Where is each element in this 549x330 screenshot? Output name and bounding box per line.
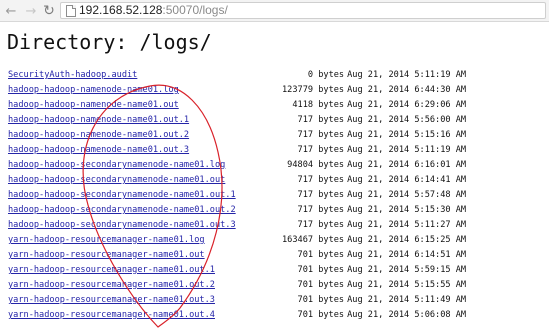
- file-size: 717 bytes: [297, 220, 345, 230]
- file-row: yarn-hadoop-resourcemanager-name01.log 16…: [8, 233, 548, 248]
- file-size: 717 bytes: [297, 190, 345, 200]
- file-row: yarn-hadoop-resourcemanager-name01.out 70…: [8, 248, 548, 263]
- file-modified-date: Aug 21, 2014 6:15:25 AM: [347, 235, 467, 245]
- file-link[interactable]: yarn-hadoop-resourcemanager-name01.log: [8, 235, 205, 245]
- file-size: 717 bytes: [297, 145, 345, 155]
- file-size: 0 bytes: [307, 70, 345, 80]
- file-size: 701 bytes: [297, 310, 345, 320]
- file-link[interactable]: hadoop-hadoop-secondarynamenode-name01.o…: [8, 220, 236, 230]
- file-name-cell: hadoop-hadoop-secondarynamenode-name01.o…: [8, 188, 282, 203]
- url-host: 192.168.52.128: [79, 3, 163, 17]
- file-name-cell: yarn-hadoop-resourcemanager-name01.out.2: [8, 278, 282, 293]
- file-row: hadoop-hadoop-secondarynamenode-name01.o…: [8, 188, 548, 203]
- file-link[interactable]: yarn-hadoop-resourcemanager-name01.out.4: [8, 310, 215, 320]
- file-link[interactable]: yarn-hadoop-resourcemanager-name01.out: [8, 250, 205, 260]
- browser-toolbar: ← → ↻ 192.168.52.128:50070/logs/: [0, 0, 549, 22]
- file-name-cell: hadoop-hadoop-namenode-name01.out.2: [8, 128, 282, 143]
- file-row: hadoop-hadoop-secondarynamenode-name01.o…: [8, 203, 548, 218]
- file-size: 94804 bytes: [287, 160, 345, 170]
- file-row: hadoop-hadoop-namenode-name01.out.2 717 b…: [8, 128, 548, 143]
- file-modified-date: Aug 21, 2014 6:44:30 AM: [347, 85, 467, 95]
- file-name-cell: yarn-hadoop-resourcemanager-name01.out.1: [8, 263, 282, 278]
- file-name-cell: hadoop-hadoop-secondarynamenode-name01.o…: [8, 173, 282, 188]
- file-link[interactable]: hadoop-hadoop-namenode-name01.out.1: [8, 115, 189, 125]
- file-name-cell: hadoop-hadoop-namenode-name01.out: [8, 98, 282, 113]
- file-size: 717 bytes: [297, 205, 345, 215]
- file-link[interactable]: hadoop-hadoop-namenode-name01.out.2: [8, 130, 189, 140]
- address-url[interactable]: 192.168.52.128:50070/logs/: [79, 3, 228, 18]
- file-link[interactable]: hadoop-hadoop-namenode-name01.log: [8, 85, 179, 95]
- file-modified-date: Aug 21, 2014 6:29:06 AM: [347, 100, 467, 110]
- file-row: hadoop-hadoop-secondarynamenode-name01.o…: [8, 218, 548, 233]
- page-title: Directory: /logs/: [7, 30, 212, 54]
- file-row: yarn-hadoop-resourcemanager-name01.out.3…: [8, 293, 548, 308]
- url-path: :50070/logs/: [162, 3, 228, 17]
- file-row: hadoop-hadoop-secondarynamenode-name01.o…: [8, 173, 548, 188]
- file-name-cell: SecurityAuth-hadoop.audit: [8, 68, 282, 83]
- file-size: 717 bytes: [297, 115, 345, 125]
- file-modified-date: Aug 21, 2014 5:15:16 AM: [347, 130, 467, 140]
- file-row: hadoop-hadoop-namenode-name01.log 123779 …: [8, 83, 548, 98]
- file-size: 163467 bytes: [282, 235, 345, 245]
- file-modified-date: Aug 21, 2014 6:14:51 AM: [347, 250, 467, 260]
- file-size: 717 bytes: [297, 175, 345, 185]
- file-name-cell: yarn-hadoop-resourcemanager-name01.out.4: [8, 308, 282, 323]
- file-size: 123779 bytes: [282, 85, 345, 95]
- file-modified-date: Aug 21, 2014 5:59:15 AM: [347, 265, 467, 275]
- file-listing-table: SecurityAuth-hadoop.audit 0 bytes Aug 21, …: [8, 68, 548, 323]
- file-link[interactable]: hadoop-hadoop-secondarynamenode-name01.o…: [8, 205, 236, 215]
- file-row: hadoop-hadoop-namenode-name01.out.1 717 b…: [8, 113, 548, 128]
- file-name-cell: hadoop-hadoop-secondarynamenode-name01.o…: [8, 218, 282, 233]
- file-modified-date: Aug 21, 2014 5:11:49 AM: [347, 295, 467, 305]
- file-row: yarn-hadoop-resourcemanager-name01.out.4…: [8, 308, 548, 323]
- reload-icon[interactable]: ↻: [40, 2, 58, 20]
- file-name-cell: hadoop-hadoop-namenode-name01.out.3: [8, 143, 282, 158]
- address-bar[interactable]: 192.168.52.128:50070/logs/: [60, 2, 546, 19]
- file-modified-date: Aug 21, 2014 6:14:41 AM: [347, 175, 467, 185]
- file-link[interactable]: SecurityAuth-hadoop.audit: [8, 70, 137, 80]
- file-modified-date: Aug 21, 2014 5:11:19 AM: [347, 145, 467, 155]
- file-name-cell: hadoop-hadoop-namenode-name01.out.1: [8, 113, 282, 128]
- file-modified-date: Aug 21, 2014 5:15:55 AM: [347, 280, 467, 290]
- back-arrow-icon[interactable]: ←: [2, 2, 20, 20]
- file-link[interactable]: hadoop-hadoop-namenode-name01.out: [8, 100, 179, 110]
- file-modified-date: Aug 21, 2014 5:56:00 AM: [347, 115, 467, 125]
- file-size: 701 bytes: [297, 280, 345, 290]
- file-size: 717 bytes: [297, 130, 345, 140]
- file-row: SecurityAuth-hadoop.audit 0 bytes Aug 21, …: [8, 68, 548, 83]
- file-name-cell: yarn-hadoop-resourcemanager-name01.out: [8, 248, 282, 263]
- file-name-cell: hadoop-hadoop-secondarynamenode-name01.l…: [8, 158, 282, 173]
- file-modified-date: Aug 21, 2014 6:16:01 AM: [347, 160, 467, 170]
- file-row: hadoop-hadoop-namenode-name01.out 4118 by…: [8, 98, 548, 113]
- file-row: yarn-hadoop-resourcemanager-name01.out.2…: [8, 278, 548, 293]
- file-link[interactable]: hadoop-hadoop-secondarynamenode-name01.o…: [8, 190, 236, 200]
- forward-arrow-icon[interactable]: →: [22, 2, 40, 20]
- page-icon: [66, 5, 76, 17]
- file-modified-date: Aug 21, 2014 5:11:27 AM: [347, 220, 467, 230]
- file-modified-date: Aug 21, 2014 5:06:08 AM: [347, 310, 467, 320]
- file-modified-date: Aug 21, 2014 5:57:48 AM: [347, 190, 467, 200]
- file-name-cell: yarn-hadoop-resourcemanager-name01.log: [8, 233, 282, 248]
- file-link[interactable]: yarn-hadoop-resourcemanager-name01.out.2: [8, 280, 215, 290]
- file-row: hadoop-hadoop-secondarynamenode-name01.l…: [8, 158, 548, 173]
- file-row: hadoop-hadoop-namenode-name01.out.3 717 b…: [8, 143, 548, 158]
- file-size: 701 bytes: [297, 250, 345, 260]
- file-modified-date: Aug 21, 2014 5:15:30 AM: [347, 205, 467, 215]
- file-name-cell: yarn-hadoop-resourcemanager-name01.out.3: [8, 293, 282, 308]
- file-name-cell: hadoop-hadoop-secondarynamenode-name01.o…: [8, 203, 282, 218]
- file-link[interactable]: yarn-hadoop-resourcemanager-name01.out.3: [8, 295, 215, 305]
- file-size: 701 bytes: [297, 295, 345, 305]
- file-link[interactable]: hadoop-hadoop-secondarynamenode-name01.o…: [8, 175, 225, 185]
- file-link[interactable]: hadoop-hadoop-namenode-name01.out.3: [8, 145, 189, 155]
- file-name-cell: hadoop-hadoop-namenode-name01.log: [8, 83, 282, 98]
- file-modified-date: Aug 21, 2014 5:11:19 AM: [347, 70, 467, 80]
- file-size: 701 bytes: [297, 265, 345, 275]
- file-row: yarn-hadoop-resourcemanager-name01.out.1…: [8, 263, 548, 278]
- file-link[interactable]: yarn-hadoop-resourcemanager-name01.out.1: [8, 265, 215, 275]
- file-link[interactable]: hadoop-hadoop-secondarynamenode-name01.l…: [8, 160, 225, 170]
- file-size: 4118 bytes: [292, 100, 345, 110]
